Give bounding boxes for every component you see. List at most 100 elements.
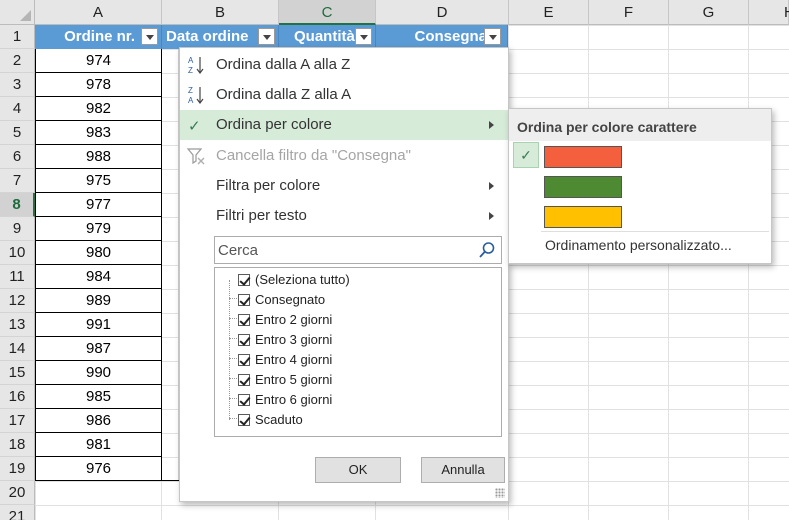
table-cell[interactable]: 987 xyxy=(35,337,162,361)
menu-item-clear-filter[interactable]: Cancella filtro da "Consegna" xyxy=(180,141,508,171)
row-header[interactable]: 1 xyxy=(0,25,35,49)
row-header[interactable]: 10 xyxy=(0,241,35,265)
color-swatch-red xyxy=(544,146,622,168)
row-header[interactable]: 18 xyxy=(0,433,35,457)
svg-text:A: A xyxy=(188,96,194,105)
filter-value-label: Scaduto xyxy=(255,412,303,427)
color-option-yellow[interactable] xyxy=(509,201,771,231)
row-header[interactable]: 15 xyxy=(0,361,35,385)
menu-item-sort-by-color[interactable]: ✓ Ordina per colore xyxy=(180,110,508,140)
row-header[interactable]: 8 xyxy=(0,193,35,217)
table-cell[interactable]: 974 xyxy=(35,49,162,73)
order-number-column: 974 978 982 983 988 975 977 979 980 984 … xyxy=(35,49,162,481)
checkbox-checked[interactable] xyxy=(238,394,250,406)
table-cell[interactable]: 976 xyxy=(35,457,162,481)
row-header[interactable]: 2 xyxy=(0,49,35,73)
menu-item-text-filters[interactable]: Filtri per testo xyxy=(180,201,508,231)
column-header-g[interactable]: G xyxy=(669,0,749,25)
header-cell-quantita[interactable]: Quantità xyxy=(279,25,376,49)
filter-value-label: Entro 2 giorni xyxy=(255,312,333,327)
filter-dropdown-button[interactable] xyxy=(258,28,275,45)
table-cell[interactable]: 978 xyxy=(35,73,162,97)
search-input[interactable] xyxy=(215,237,470,263)
table-cell[interactable]: 989 xyxy=(35,289,162,313)
table-cell[interactable]: 977 xyxy=(35,193,162,217)
checkbox-checked[interactable] xyxy=(238,334,250,346)
row-header[interactable]: 12 xyxy=(0,289,35,313)
select-all-corner[interactable] xyxy=(0,0,35,25)
filter-value-label: (Seleziona tutto) xyxy=(255,272,350,287)
cancel-button[interactable]: Annulla xyxy=(421,457,505,483)
filter-value-label: Consegnato xyxy=(255,292,326,307)
menu-item-sort-za[interactable]: Z A Ordina dalla Z alla A xyxy=(180,80,508,110)
column-header-f[interactable]: F xyxy=(589,0,669,25)
custom-sort-option[interactable]: Ordinamento personalizzato... xyxy=(545,237,732,253)
table-cell[interactable]: 985 xyxy=(35,385,162,409)
row-header[interactable]: 19 xyxy=(0,457,35,481)
row-header[interactable]: 7 xyxy=(0,169,35,193)
table-cell[interactable]: 991 xyxy=(35,313,162,337)
table-cell[interactable]: 979 xyxy=(35,217,162,241)
table-header-row: Ordine nr. Data ordine Quantità Consegna xyxy=(35,25,508,49)
filter-dropdown-button[interactable] xyxy=(355,28,372,45)
row-header[interactable]: 3 xyxy=(0,73,35,97)
row-header[interactable]: 13 xyxy=(0,313,35,337)
color-option-red[interactable]: ✓ xyxy=(509,141,771,171)
checkbox-checked[interactable] xyxy=(238,294,250,306)
table-cell[interactable]: 983 xyxy=(35,121,162,145)
tree-connector xyxy=(229,358,237,359)
column-b-visible-slice[interactable] xyxy=(161,49,179,481)
resize-grip-icon[interactable] xyxy=(495,488,505,498)
table-bottom-border xyxy=(161,480,179,481)
svg-text:Z: Z xyxy=(188,66,193,75)
column-header-d[interactable]: D xyxy=(376,0,509,25)
table-cell[interactable]: 981 xyxy=(35,433,162,457)
table-cell[interactable]: 988 xyxy=(35,145,162,169)
column-header-e[interactable]: E xyxy=(509,0,589,25)
row-header[interactable]: 6 xyxy=(0,145,35,169)
menu-item-sort-az[interactable]: A Z Ordina dalla A alla Z xyxy=(180,50,508,80)
checkbox-checked[interactable] xyxy=(238,314,250,326)
column-header-c[interactable]: C xyxy=(279,0,376,25)
row-header[interactable]: 21 xyxy=(0,505,35,520)
table-cell[interactable]: 986 xyxy=(35,409,162,433)
row-header[interactable]: 4 xyxy=(0,97,35,121)
checkbox-checked[interactable] xyxy=(238,274,250,286)
ok-button[interactable]: OK xyxy=(315,457,401,483)
tree-connector xyxy=(229,338,237,339)
header-cell-ordine[interactable]: Ordine nr. xyxy=(35,25,162,49)
submenu-arrow-icon xyxy=(489,182,494,190)
header-cell-data[interactable]: Data ordine xyxy=(162,25,279,49)
filter-value-label: Entro 4 giorni xyxy=(255,352,333,367)
row-header[interactable]: 14 xyxy=(0,337,35,361)
checkbox-checked[interactable] xyxy=(238,354,250,366)
row-header[interactable]: 5 xyxy=(0,121,35,145)
checkbox-checked[interactable] xyxy=(238,414,250,426)
filter-dropdown-button[interactable] xyxy=(141,28,158,45)
row-header[interactable]: 17 xyxy=(0,409,35,433)
column-header-a[interactable]: A xyxy=(35,0,162,25)
row-header[interactable]: 20 xyxy=(0,481,35,505)
menu-item-filter-by-color[interactable]: Filtra per colore xyxy=(180,171,508,201)
column-header-h[interactable]: H xyxy=(749,0,789,25)
checkbox-checked[interactable] xyxy=(238,374,250,386)
row-header[interactable]: 11 xyxy=(0,265,35,289)
search-icon[interactable] xyxy=(478,241,496,259)
table-cell[interactable]: 975 xyxy=(35,169,162,193)
table-cell[interactable]: 990 xyxy=(35,361,162,385)
column-header-b[interactable]: B xyxy=(162,0,279,25)
row-header[interactable]: 16 xyxy=(0,385,35,409)
header-label: Quantità xyxy=(294,28,355,45)
table-cell[interactable]: 984 xyxy=(35,265,162,289)
filter-values-list: (Seleziona tutto) Consegnato Entro 2 gio… xyxy=(214,267,502,437)
filter-dropdown-button-active[interactable] xyxy=(484,28,501,45)
table-cell[interactable]: 982 xyxy=(35,97,162,121)
tree-connector xyxy=(229,378,237,379)
table-cell[interactable]: 980 xyxy=(35,241,162,265)
color-option-green[interactable] xyxy=(509,171,771,201)
submenu-arrow-icon xyxy=(489,212,494,220)
autofilter-menu: A Z Ordina dalla A alla Z Z A Ordina dal… xyxy=(179,47,509,502)
header-cell-consegna[interactable]: Consegna xyxy=(376,25,508,49)
row-header[interactable]: 9 xyxy=(0,217,35,241)
menu-item-label: Ordina dalla Z alla A xyxy=(216,86,352,103)
